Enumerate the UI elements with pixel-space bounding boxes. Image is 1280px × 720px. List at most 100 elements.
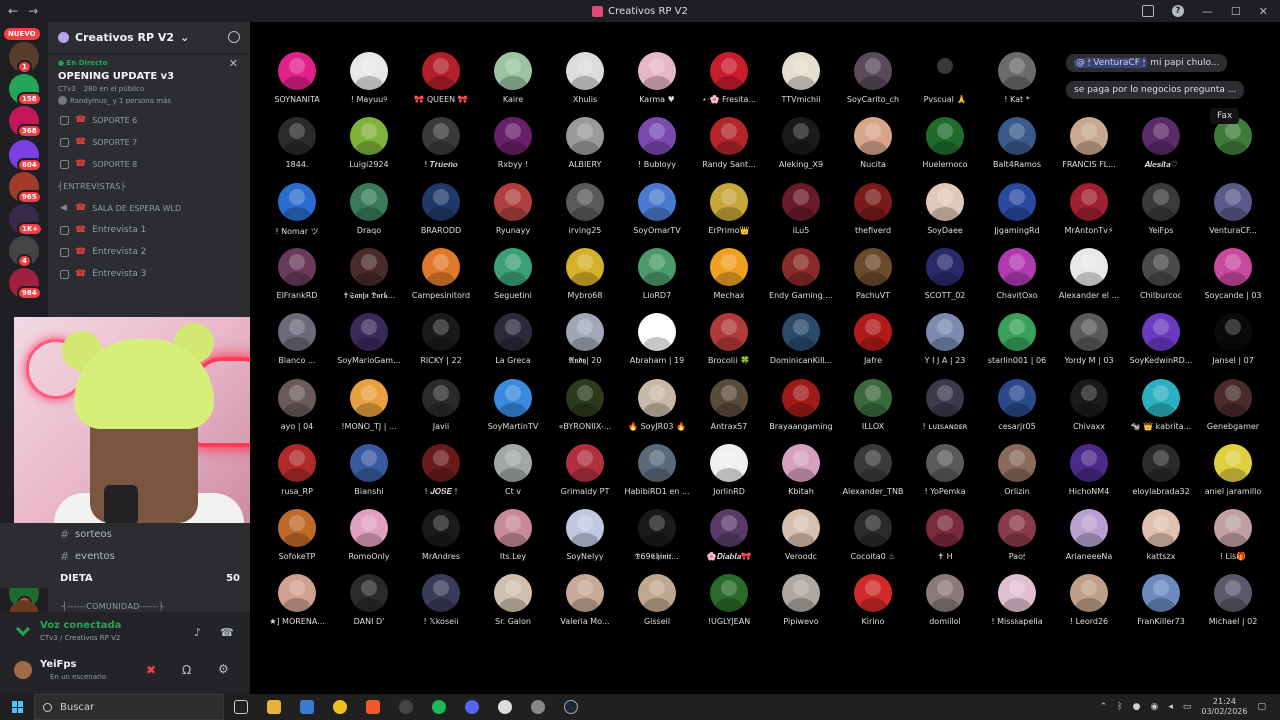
avatar[interactable] <box>1070 182 1108 221</box>
avatar[interactable] <box>926 313 964 352</box>
avatar[interactable] <box>998 443 1036 482</box>
avatar[interactable] <box>638 574 676 613</box>
avatar[interactable] <box>926 182 964 221</box>
close-icon[interactable]: ✕ <box>229 57 238 70</box>
maximize-button[interactable]: ☐ <box>1231 5 1241 18</box>
bluetooth-icon[interactable]: ᛒ <box>1117 702 1122 712</box>
server-header[interactable]: Creativos RP V2 ⌄ <box>48 22 250 54</box>
xbox-icon[interactable] <box>432 700 446 714</box>
help-icon[interactable]: ? <box>1171 5 1184 17</box>
avatar[interactable] <box>998 52 1036 90</box>
battery-icon[interactable]: ▭ <box>1183 702 1192 712</box>
avatar[interactable] <box>422 52 460 90</box>
channel-item[interactable]: ◀ ☎ SALA DE ESPERA WLD <box>48 197 250 219</box>
discord-icon[interactable] <box>465 700 479 714</box>
avatar[interactable] <box>782 117 820 156</box>
file-explorer-icon[interactable] <box>267 700 281 714</box>
avatar[interactable] <box>494 117 532 156</box>
avatar[interactable] <box>854 247 892 286</box>
avatar[interactable] <box>998 247 1036 286</box>
chrome-icon[interactable] <box>333 700 347 714</box>
avatar[interactable] <box>566 574 604 613</box>
avatar[interactable] <box>1070 247 1108 286</box>
avatar[interactable] <box>926 378 964 417</box>
avatar[interactable] <box>566 247 604 286</box>
voice-location[interactable]: CTv3 / Creativos RP V2 <box>40 634 250 642</box>
avatar[interactable] <box>926 117 964 156</box>
avatar[interactable] <box>710 313 748 352</box>
avatar[interactable] <box>1070 443 1108 482</box>
avatar[interactable] <box>998 378 1036 417</box>
avatar[interactable] <box>638 117 676 156</box>
avatar[interactable] <box>638 509 676 548</box>
avatar[interactable] <box>350 509 388 548</box>
avatar[interactable] <box>566 313 604 352</box>
avatar[interactable] <box>350 52 388 90</box>
avatar[interactable] <box>998 117 1036 156</box>
avatar[interactable] <box>782 52 820 90</box>
avatar[interactable] <box>566 443 604 482</box>
avatar[interactable] <box>926 509 964 548</box>
avatar[interactable] <box>278 117 316 156</box>
avatar[interactable] <box>1142 182 1180 221</box>
stage-participant[interactable]: ! Lis🎁 <box>1190 509 1276 574</box>
avatar[interactable] <box>350 378 388 417</box>
avatar[interactable] <box>782 509 820 548</box>
avatar[interactable] <box>350 117 388 156</box>
avatar[interactable] <box>1070 509 1108 548</box>
avatar[interactable] <box>854 182 892 221</box>
category-entrevistas[interactable]: ┤ENTREVISTAS├ <box>48 175 250 197</box>
avatar[interactable] <box>1142 509 1180 548</box>
avatar[interactable] <box>422 117 460 156</box>
avatar[interactable] <box>494 313 532 352</box>
avatar[interactable] <box>854 52 892 90</box>
avatar[interactable] <box>1142 313 1180 352</box>
avatar[interactable] <box>710 509 748 548</box>
avatar[interactable] <box>278 313 316 352</box>
avatar[interactable] <box>710 182 748 221</box>
chat-message[interactable]: @ 🕯 VenturaCF 🕯 mi papi chulo... <box>1066 54 1228 72</box>
avatar[interactable] <box>998 182 1036 221</box>
avatar[interactable] <box>638 313 676 352</box>
avatar[interactable] <box>494 574 532 613</box>
avatar[interactable] <box>350 182 388 221</box>
settings-gear-icon[interactable]: ⚙ <box>218 662 229 676</box>
channel-item[interactable]: ☎ SOPORTE 6 <box>48 109 250 131</box>
avatar[interactable] <box>278 509 316 548</box>
avatar[interactable] <box>494 378 532 417</box>
avatar[interactable] <box>854 443 892 482</box>
avatar[interactable] <box>854 313 892 352</box>
avatar[interactable] <box>998 509 1036 548</box>
avatar[interactable] <box>1070 117 1108 156</box>
avatar[interactable] <box>278 378 316 417</box>
avatar[interactable] <box>494 247 532 286</box>
stage-participant[interactable]: VenturaCF... <box>1190 182 1276 248</box>
invite-people-icon[interactable] <box>228 31 240 43</box>
avatar[interactable] <box>1070 313 1108 352</box>
avatar[interactable] <box>278 52 316 90</box>
avatar[interactable] <box>1214 378 1252 417</box>
volume-icon[interactable]: ◂ <box>1168 702 1173 712</box>
channel-sorteos[interactable]: # sorteos <box>0 523 250 545</box>
chevron-up-icon[interactable]: ⌃ <box>1100 702 1108 712</box>
channel-item[interactable]: ☎ Entrevista 1 <box>48 219 250 241</box>
task-view-icon[interactable] <box>234 700 248 714</box>
avatar[interactable] <box>998 574 1036 613</box>
avatar[interactable] <box>350 247 388 286</box>
avatar[interactable] <box>782 574 820 613</box>
user-name[interactable]: YeiFps <box>40 659 76 670</box>
stage-participant[interactable]: ! Kat * <box>974 52 1060 117</box>
avatar[interactable] <box>494 509 532 548</box>
avatar[interactable] <box>278 247 316 286</box>
soundboard-icon[interactable]: ♪ <box>194 626 208 639</box>
channel-item[interactable]: ☎ SOPORTE 8 <box>48 153 250 175</box>
clock[interactable]: 21:24 03/02/2026 <box>1201 697 1247 717</box>
taskbar-search[interactable]: Buscar <box>34 694 224 720</box>
avatar[interactable] <box>1142 378 1180 417</box>
avatar[interactable] <box>278 574 316 613</box>
avatar[interactable] <box>854 378 892 417</box>
network-icon[interactable]: ◉ <box>1150 702 1158 712</box>
avatar[interactable] <box>278 182 316 221</box>
channel-eventos[interactable]: # eventos <box>0 545 250 567</box>
avatar[interactable] <box>1214 509 1252 548</box>
